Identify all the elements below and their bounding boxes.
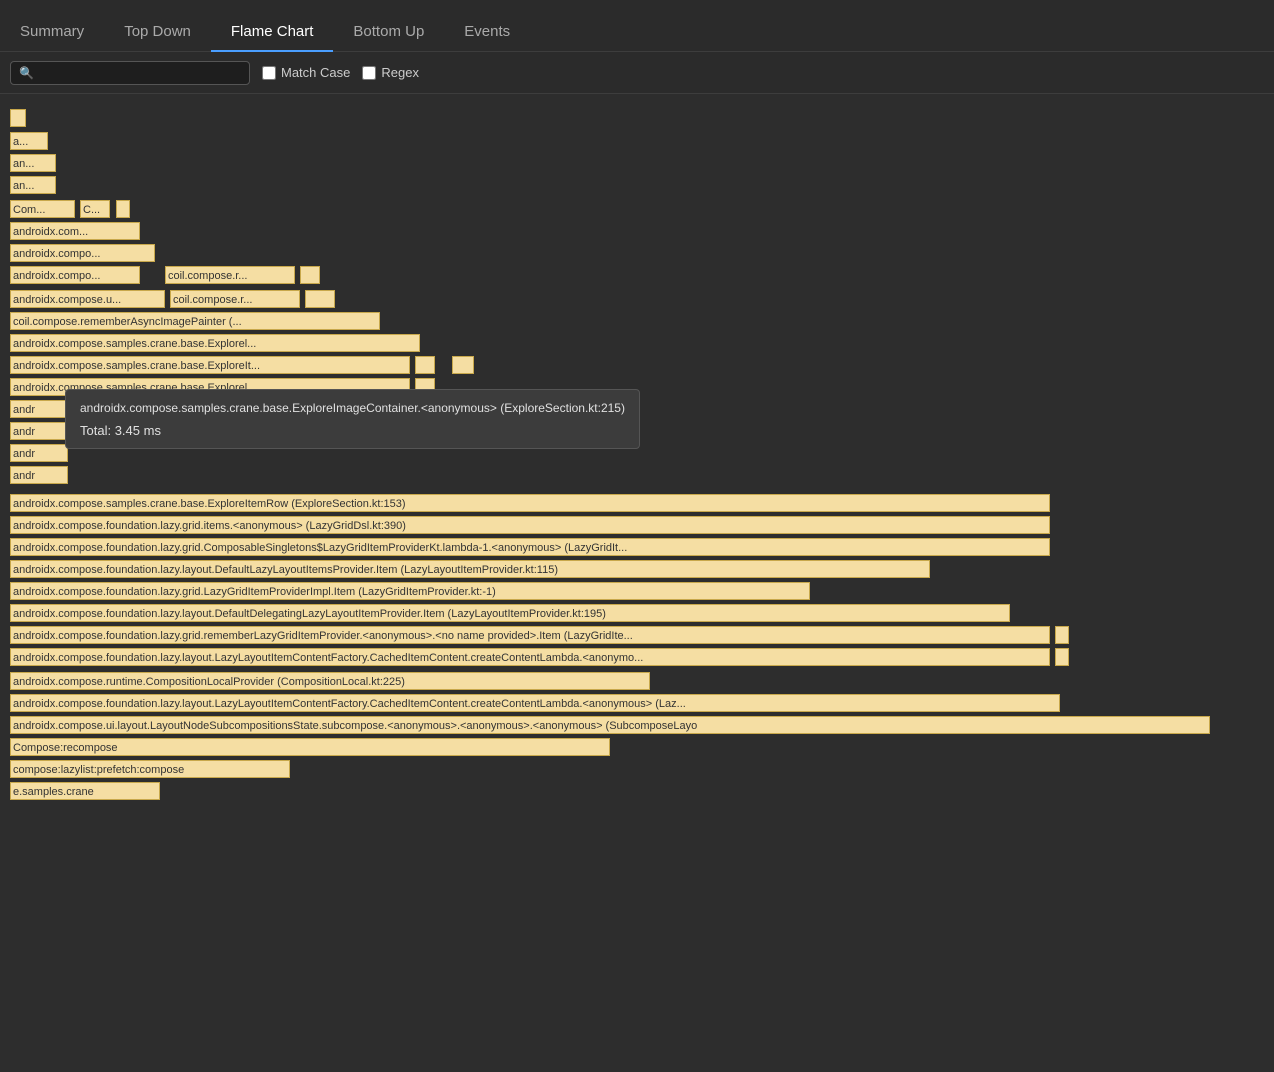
tab-flame-chart[interactable]: Flame Chart bbox=[211, 13, 334, 52]
tab-bottom-up[interactable]: Bottom Up bbox=[333, 13, 444, 52]
flame-container: a... an... an... Com... C... androidx.com... a… bbox=[0, 94, 1274, 1072]
flame-bar[interactable]: coil.compose.rememberAsyncImagePainter (… bbox=[10, 312, 380, 330]
flame-bar[interactable]: coil.compose.r... bbox=[165, 266, 295, 284]
match-case-label[interactable]: Match Case bbox=[262, 65, 350, 80]
flame-bar[interactable]: androidx.compose.u... bbox=[10, 290, 165, 308]
flame-bar[interactable]: androidx.com... bbox=[10, 222, 140, 240]
flame-bar[interactable] bbox=[116, 200, 130, 218]
flame-bar[interactable]: andr bbox=[10, 466, 68, 484]
tab-bar: Summary Top Down Flame Chart Bottom Up E… bbox=[0, 0, 1274, 52]
search-wrapper: 🔍 bbox=[10, 61, 250, 85]
flame-area: a... an... an... Com... C... androidx.com... a… bbox=[0, 94, 1274, 1072]
flame-bar[interactable]: e.samples.crane bbox=[10, 782, 160, 800]
tab-summary[interactable]: Summary bbox=[0, 13, 104, 52]
flame-bar[interactable]: androidx.compo... bbox=[10, 244, 155, 262]
search-icon: 🔍 bbox=[19, 66, 34, 80]
flame-bar[interactable]: C... bbox=[80, 200, 110, 218]
flame-bar[interactable]: androidx.compose.foundation.lazy.grid.re… bbox=[10, 626, 1050, 644]
regex-label[interactable]: Regex bbox=[362, 65, 419, 80]
flame-bar[interactable] bbox=[305, 290, 335, 308]
flame-bar[interactable]: androidx.compose.samples.crane.base.Expl… bbox=[10, 334, 420, 352]
flame-bar[interactable] bbox=[300, 266, 320, 284]
flame-bar[interactable]: androidx.compose.foundation.lazy.grid.it… bbox=[10, 516, 1050, 534]
flame-bar[interactable]: androidx.compose.foundation.lazy.layout.… bbox=[10, 560, 930, 578]
flame-bar[interactable]: andr bbox=[10, 400, 68, 418]
flame-bar[interactable]: androidx.compose.foundation.lazy.layout.… bbox=[10, 648, 1050, 666]
flame-bar[interactable]: androidx.compose.samples.crane.base.Expl… bbox=[10, 494, 1050, 512]
tab-top-down[interactable]: Top Down bbox=[104, 13, 211, 52]
flame-bar[interactable]: andr bbox=[10, 422, 68, 440]
tab-events[interactable]: Events bbox=[444, 13, 530, 52]
flame-bar[interactable]: coil.compose.r... bbox=[170, 290, 300, 308]
regex-text: Regex bbox=[381, 65, 419, 80]
flame-bar[interactable]: androidx.compose.samples.crane.base.Expl… bbox=[10, 356, 410, 374]
flame-bar[interactable] bbox=[1055, 648, 1069, 666]
flame-bar[interactable]: androidx.compose.foundation.lazy.layout.… bbox=[10, 604, 1010, 622]
flame-bar[interactable]: andr bbox=[10, 444, 68, 462]
flame-bar[interactable]: an... bbox=[10, 176, 56, 194]
flame-bar[interactable]: Com... bbox=[10, 200, 75, 218]
match-case-checkbox[interactable] bbox=[262, 66, 276, 80]
flame-bar[interactable]: Compose:recompose bbox=[10, 738, 610, 756]
flame-bar[interactable]: androidx.compose.samples.crane.base.Expl… bbox=[10, 378, 410, 396]
flame-bar[interactable] bbox=[452, 356, 474, 374]
flame-bar[interactable] bbox=[10, 109, 26, 127]
flame-bar[interactable] bbox=[415, 356, 435, 374]
flame-bar[interactable] bbox=[415, 378, 435, 396]
flame-bar[interactable]: androidx.compose.runtime.CompositionLoca… bbox=[10, 672, 650, 690]
flame-bar[interactable]: androidx.compose.ui.layout.LayoutNodeSub… bbox=[10, 716, 1210, 734]
flame-bar[interactable]: androidx.compo... bbox=[10, 266, 140, 284]
flame-bar[interactable]: a... bbox=[10, 132, 48, 150]
flame-bar[interactable]: androidx.compose.foundation.lazy.grid.Co… bbox=[10, 538, 1050, 556]
search-input[interactable] bbox=[38, 66, 218, 80]
flame-bar[interactable]: androidx.compose.foundation.lazy.grid.La… bbox=[10, 582, 810, 600]
flame-bar[interactable] bbox=[1055, 626, 1069, 644]
regex-checkbox[interactable] bbox=[362, 66, 376, 80]
flame-bar[interactable]: an... bbox=[10, 154, 56, 172]
flame-bar[interactable]: compose:lazylist:prefetch:compose bbox=[10, 760, 290, 778]
search-bar: 🔍 Match Case Regex bbox=[0, 52, 1274, 94]
match-case-text: Match Case bbox=[281, 65, 350, 80]
flame-bar[interactable]: androidx.compose.foundation.lazy.layout.… bbox=[10, 694, 1060, 712]
